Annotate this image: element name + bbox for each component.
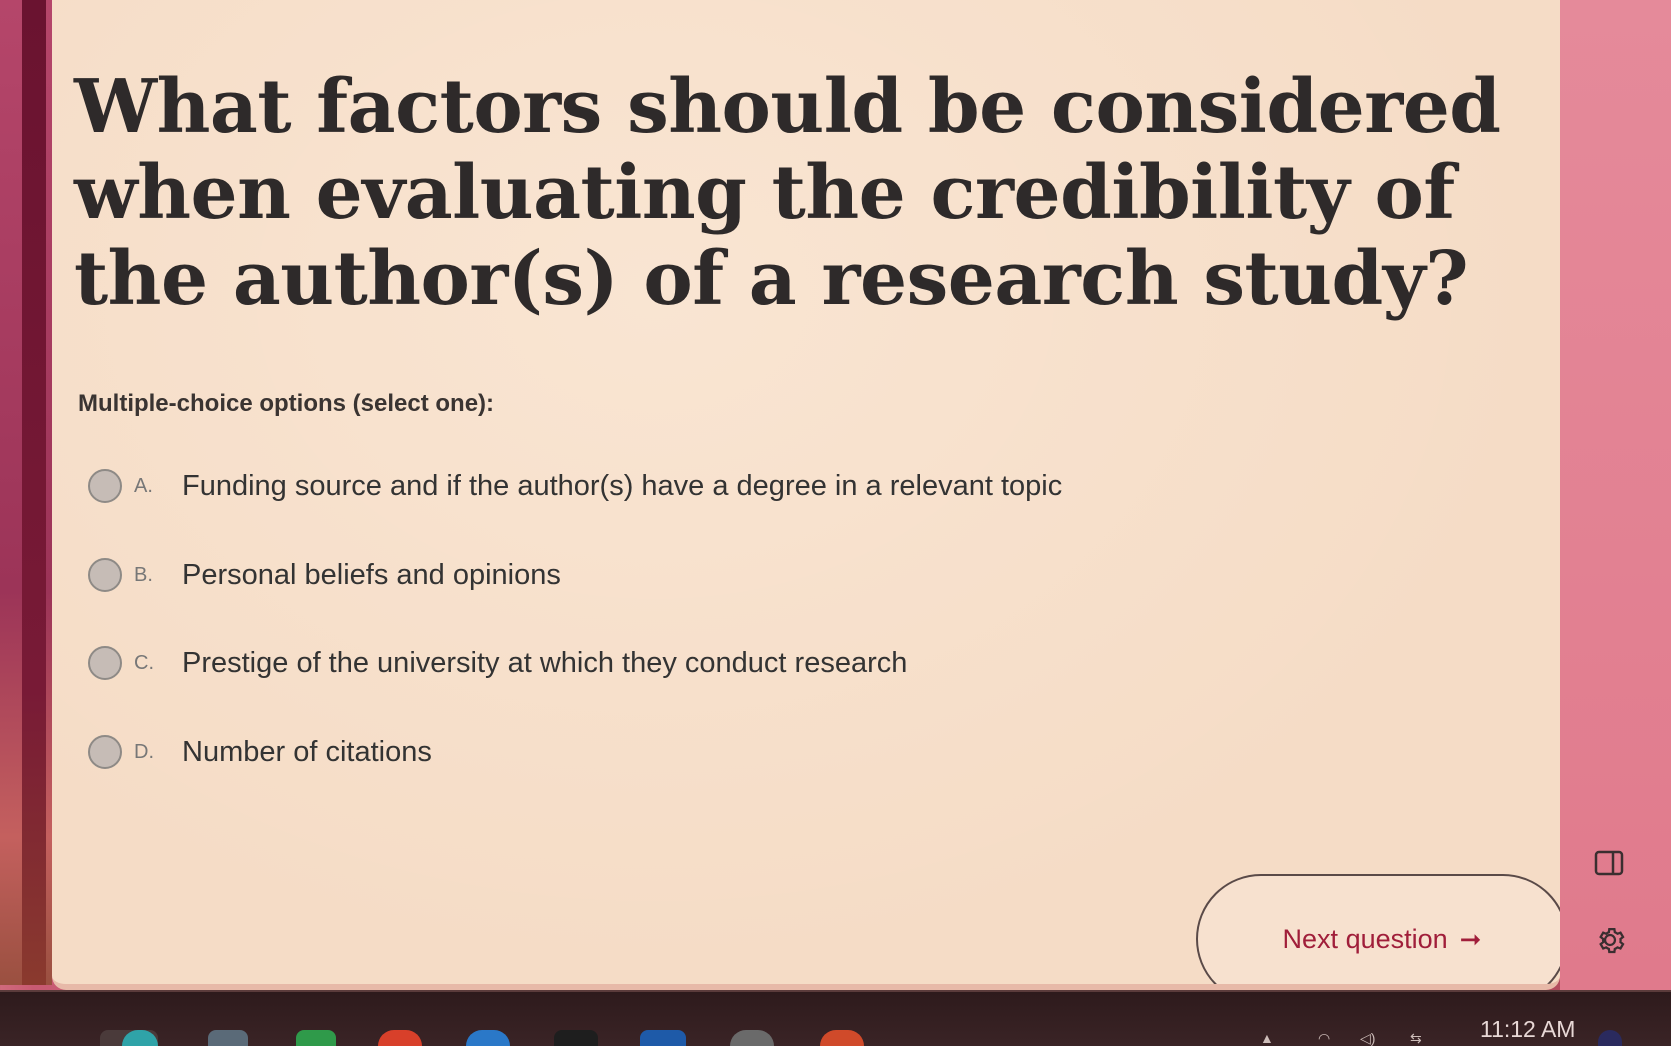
option-letter: B. <box>134 563 153 586</box>
option-text: Personal beliefs and opinions <box>182 558 561 591</box>
radio-button[interactable] <box>88 735 122 769</box>
left-edge-frame <box>0 0 52 985</box>
right-side-panel <box>1560 0 1671 990</box>
volume-icon[interactable]: ◁) <box>1360 1030 1375 1046</box>
app-icon[interactable] <box>466 1030 510 1046</box>
notifications-icon[interactable]: ⇆ <box>1410 1030 1422 1046</box>
radio-button[interactable] <box>88 646 122 680</box>
option-b[interactable]: B. Personal beliefs and opinions <box>88 551 1188 599</box>
wifi-icon[interactable]: ◠ <box>1318 1030 1330 1046</box>
next-question-label: Next question <box>1282 923 1448 954</box>
radio-button[interactable] <box>88 469 122 503</box>
question-card: What factors should be considered when e… <box>52 0 1560 990</box>
word-icon[interactable] <box>640 1030 686 1046</box>
panel-icon[interactable] <box>1593 847 1625 879</box>
question-title: What factors should be considered when e… <box>74 64 1501 322</box>
option-letter: C. <box>134 651 154 674</box>
settings-app-icon[interactable] <box>730 1030 774 1046</box>
option-text: Funding source and if the author(s) have… <box>182 469 1063 502</box>
next-question-button[interactable]: Next question ➞ <box>1196 874 1560 984</box>
option-a[interactable]: A. Funding source and if the author(s) h… <box>88 462 1188 510</box>
option-c[interactable]: C. Prestige of the university at which t… <box>88 639 1188 687</box>
taskbar-clock[interactable]: 11:12 AM <box>1480 1016 1575 1043</box>
option-d[interactable]: D. Number of citations <box>88 728 1188 776</box>
radio-button[interactable] <box>88 558 122 592</box>
powerpoint-icon[interactable] <box>820 1030 864 1046</box>
sheets-icon[interactable] <box>296 1030 336 1046</box>
option-letter: D. <box>134 740 154 763</box>
instructions-label: Multiple-choice options (select one): <box>78 390 495 417</box>
left-accent-bar <box>22 0 46 985</box>
option-letter: A. <box>134 474 153 497</box>
files-icon[interactable] <box>208 1030 248 1046</box>
option-text: Number of citations <box>182 735 432 768</box>
app-icon[interactable] <box>378 1030 422 1046</box>
app-icon[interactable] <box>554 1030 598 1046</box>
arrow-right-icon: ➞ <box>1459 923 1482 954</box>
gear-icon[interactable] <box>1592 922 1628 958</box>
option-text: Prestige of the university at which they… <box>182 646 908 679</box>
chevron-up-icon[interactable]: ▲ <box>1260 1030 1274 1046</box>
